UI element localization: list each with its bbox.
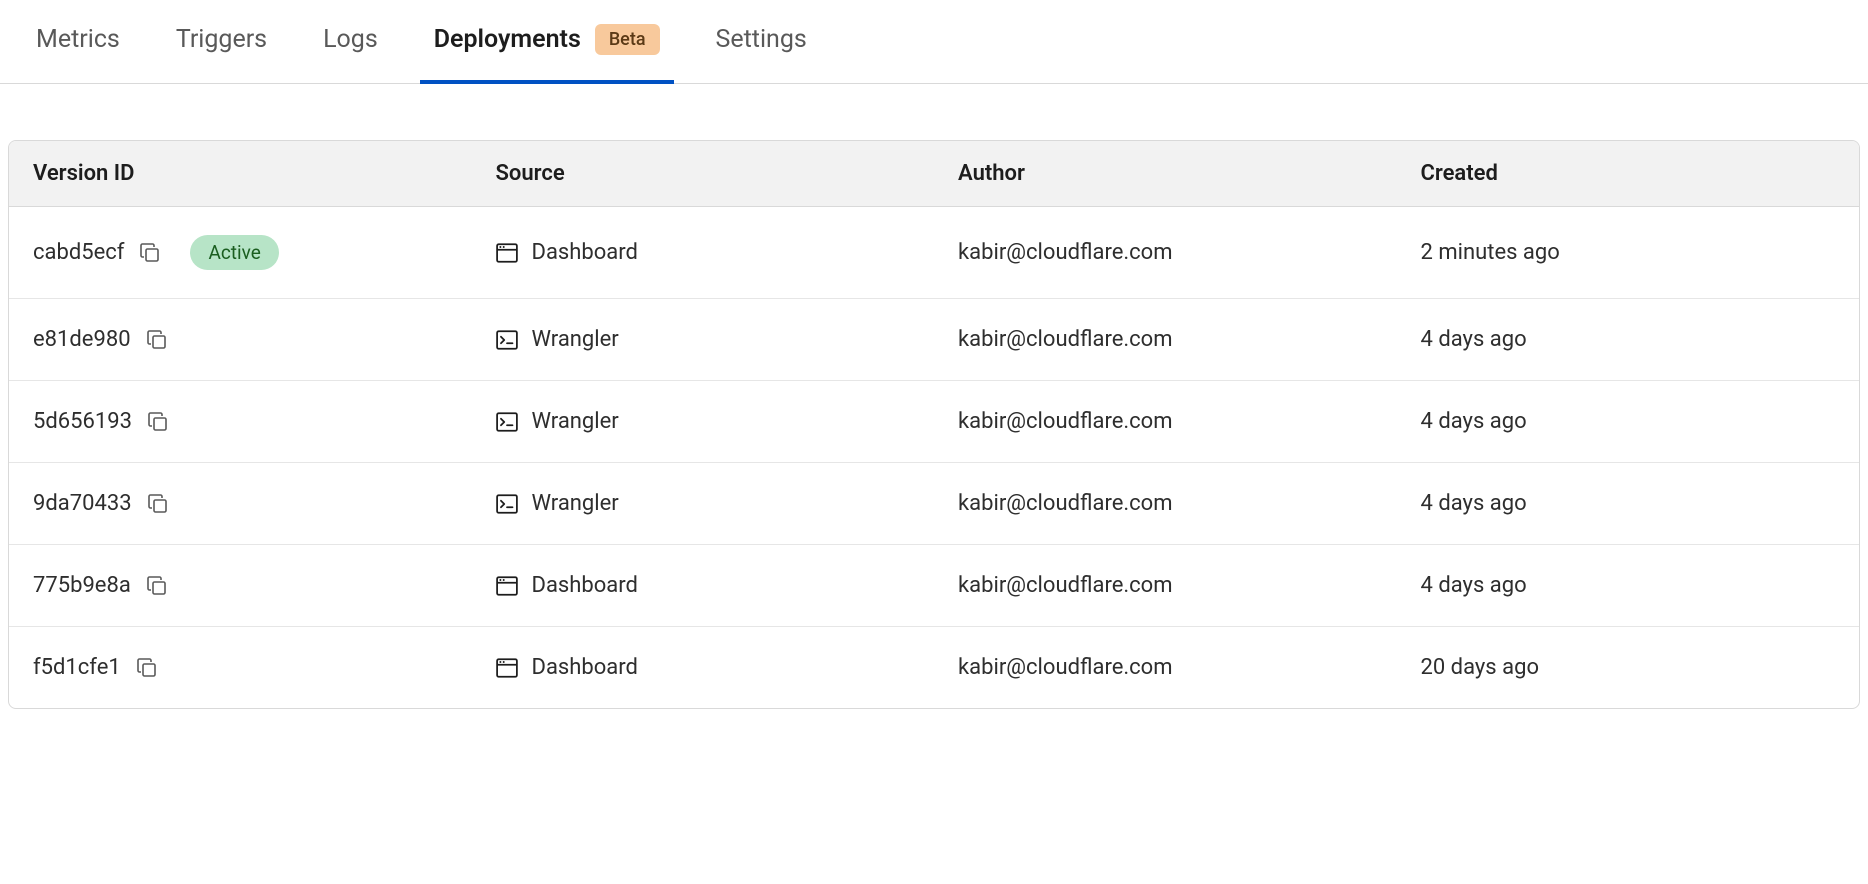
tab-triggers[interactable]: Triggers bbox=[176, 1, 267, 82]
table-row[interactable]: 9da70433 Wrangler kabir@cloudflare.com 4 da… bbox=[9, 463, 1859, 545]
version-id: 775b9e8a bbox=[33, 573, 131, 598]
author-email: kabir@cloudflare.com bbox=[958, 573, 1173, 598]
cell-created: 20 days ago bbox=[1397, 627, 1860, 708]
table-header-row: Version ID Source Author Created bbox=[9, 141, 1859, 207]
cell-created: 2 minutes ago bbox=[1397, 207, 1860, 298]
author-email: kabir@cloudflare.com bbox=[958, 409, 1173, 434]
tab-label: Logs bbox=[323, 25, 378, 54]
tab-label: Triggers bbox=[176, 25, 267, 54]
cell-created: 4 days ago bbox=[1397, 463, 1860, 544]
column-header-author: Author bbox=[934, 141, 1397, 206]
copy-button[interactable] bbox=[148, 494, 168, 514]
table-row[interactable]: 775b9e8a Dashboard kabir@cloudflare.com 4 d… bbox=[9, 545, 1859, 627]
deployments-table: Version ID Source Author Created cabd5ec… bbox=[8, 140, 1860, 709]
version-id: 5d656193 bbox=[33, 409, 132, 434]
beta-badge: Beta bbox=[595, 24, 660, 55]
tab-metrics[interactable]: Metrics bbox=[36, 1, 120, 82]
tab-label: Metrics bbox=[36, 25, 120, 54]
version-id: e81de980 bbox=[33, 327, 131, 352]
terminal-icon bbox=[496, 329, 518, 351]
browser-icon bbox=[496, 575, 518, 597]
copy-button[interactable] bbox=[140, 243, 160, 263]
source-label: Dashboard bbox=[532, 655, 638, 680]
created-time: 2 minutes ago bbox=[1421, 240, 1560, 265]
author-email: kabir@cloudflare.com bbox=[958, 491, 1173, 516]
cell-source: Dashboard bbox=[472, 207, 935, 298]
tab-label: Deployments bbox=[434, 25, 581, 54]
cell-source: Dashboard bbox=[472, 545, 935, 626]
copy-icon bbox=[137, 658, 157, 678]
copy-button[interactable] bbox=[137, 658, 157, 678]
source-label: Wrangler bbox=[532, 409, 619, 434]
version-id: 9da70433 bbox=[33, 491, 132, 516]
created-time: 4 days ago bbox=[1421, 491, 1527, 516]
version-id: f5d1cfe1 bbox=[33, 655, 121, 680]
cell-version: cabd5ecf Active bbox=[9, 207, 472, 298]
cell-source: Wrangler bbox=[472, 299, 935, 380]
column-header-version: Version ID bbox=[9, 141, 472, 206]
cell-author: kabir@cloudflare.com bbox=[934, 627, 1397, 708]
copy-icon bbox=[148, 412, 168, 432]
table-row[interactable]: f5d1cfe1 Dashboard kabir@cloudflare.com 20 … bbox=[9, 627, 1859, 708]
created-time: 4 days ago bbox=[1421, 327, 1527, 352]
cell-source: Dashboard bbox=[472, 627, 935, 708]
author-email: kabir@cloudflare.com bbox=[958, 240, 1173, 265]
cell-version: 5d656193 bbox=[9, 381, 472, 462]
column-header-created: Created bbox=[1397, 141, 1860, 206]
active-badge: Active bbox=[190, 235, 278, 270]
copy-button[interactable] bbox=[147, 576, 167, 596]
created-time: 20 days ago bbox=[1421, 655, 1540, 680]
copy-icon bbox=[148, 494, 168, 514]
copy-icon bbox=[147, 576, 167, 596]
cell-created: 4 days ago bbox=[1397, 545, 1860, 626]
copy-button[interactable] bbox=[148, 412, 168, 432]
cell-version: f5d1cfe1 bbox=[9, 627, 472, 708]
cell-author: kabir@cloudflare.com bbox=[934, 299, 1397, 380]
version-id: cabd5ecf bbox=[33, 240, 124, 265]
author-email: kabir@cloudflare.com bbox=[958, 327, 1173, 352]
cell-version: 9da70433 bbox=[9, 463, 472, 544]
cell-version: e81de980 bbox=[9, 299, 472, 380]
copy-icon bbox=[147, 330, 167, 350]
source-label: Dashboard bbox=[532, 573, 638, 598]
author-email: kabir@cloudflare.com bbox=[958, 655, 1173, 680]
tab-deployments[interactable]: Deployments Beta bbox=[434, 0, 660, 83]
cell-author: kabir@cloudflare.com bbox=[934, 207, 1397, 298]
browser-icon bbox=[496, 242, 518, 264]
cell-source: Wrangler bbox=[472, 381, 935, 462]
tab-label: Settings bbox=[716, 25, 807, 54]
cell-author: kabir@cloudflare.com bbox=[934, 545, 1397, 626]
created-time: 4 days ago bbox=[1421, 573, 1527, 598]
browser-icon bbox=[496, 657, 518, 679]
source-label: Wrangler bbox=[532, 491, 619, 516]
cell-author: kabir@cloudflare.com bbox=[934, 381, 1397, 462]
tab-settings[interactable]: Settings bbox=[716, 1, 807, 82]
tabs-nav: Metrics Triggers Logs Deployments Beta Settin… bbox=[0, 0, 1868, 84]
table-row[interactable]: e81de980 Wrangler kabir@cloudflare.com 4 da… bbox=[9, 299, 1859, 381]
source-label: Dashboard bbox=[532, 240, 638, 265]
created-time: 4 days ago bbox=[1421, 409, 1527, 434]
cell-version: 775b9e8a bbox=[9, 545, 472, 626]
source-label: Wrangler bbox=[532, 327, 619, 352]
terminal-icon bbox=[496, 411, 518, 433]
copy-button[interactable] bbox=[147, 330, 167, 350]
copy-icon bbox=[140, 243, 160, 263]
table-row[interactable]: 5d656193 Wrangler kabir@cloudflare.com 4 da… bbox=[9, 381, 1859, 463]
cell-created: 4 days ago bbox=[1397, 381, 1860, 462]
tab-logs[interactable]: Logs bbox=[323, 1, 378, 82]
table-row[interactable]: cabd5ecf Active Dashboard kabir@cloudflare.… bbox=[9, 207, 1859, 299]
column-header-source: Source bbox=[472, 141, 935, 206]
cell-author: kabir@cloudflare.com bbox=[934, 463, 1397, 544]
terminal-icon bbox=[496, 493, 518, 515]
cell-source: Wrangler bbox=[472, 463, 935, 544]
cell-created: 4 days ago bbox=[1397, 299, 1860, 380]
